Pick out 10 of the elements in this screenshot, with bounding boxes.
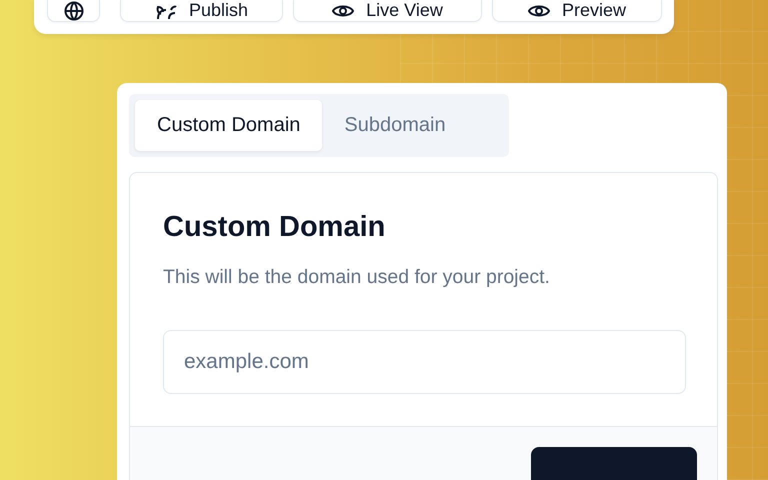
tab[interactable]: Subdomain [322, 100, 468, 151]
panel-title: Custom Domain [163, 211, 386, 244]
tab[interactable]: Custom Domain [135, 100, 322, 151]
panel-description: This will be the domain used for your project. [163, 266, 551, 289]
toolbar-button[interactable]: Preview [492, 0, 662, 22]
toolbar-button[interactable]: Live View [293, 0, 482, 22]
domain-input[interactable]: example.com [163, 330, 686, 394]
toolbar-button[interactable]: Publish [120, 0, 283, 22]
globe-button[interactable] [47, 0, 100, 22]
globe-icon [64, 0, 84, 20]
